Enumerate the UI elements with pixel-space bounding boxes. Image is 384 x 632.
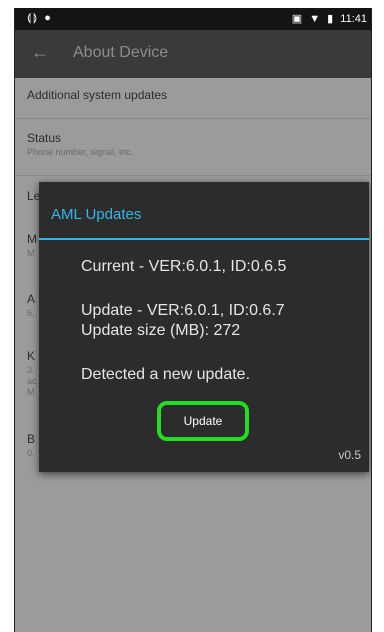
back-arrow-icon[interactable]: ← (31, 42, 49, 63)
list-item-label: Status (27, 131, 62, 145)
app-version-label: v0.5 (338, 448, 361, 462)
device-screen: ⟬⟭ ● ▣ ▼ ▮ 11:41 ← About Device Addition… (14, 8, 372, 632)
list-item-b-sub: 0. (27, 448, 35, 458)
list-item-m-stub[interactable]: M (27, 232, 37, 246)
list-item-subtitle: Phone number, signal, etc. (27, 147, 134, 157)
circle-icon: ● (44, 12, 53, 24)
update-dialog: AML Updates Current - VER:6.0.1, ID:0.6.… (39, 182, 369, 472)
status-time: 11:41 (340, 13, 367, 25)
list-item-label: Additional system updates (27, 88, 168, 102)
cast-icon: ▣ (291, 13, 303, 25)
app-bar: ← About Device (15, 30, 371, 78)
status-right-icons: ▣ ▼ ▮ 11:41 (288, 12, 367, 25)
list-item-a-sub: 6, (27, 308, 35, 318)
page-title: About Device (73, 44, 169, 61)
list-item-k-sub3: M (27, 387, 35, 397)
status-bar: ⟬⟭ ● ▣ ▼ ▮ 11:41 (15, 8, 371, 30)
dialog-title-divider (39, 238, 369, 240)
battery-icon: ▮ (327, 13, 334, 25)
dialog-title: AML Updates (51, 206, 142, 223)
notification-icon: ⟬⟭ (27, 12, 40, 24)
current-version-text: Current - VER:6.0.1, ID:0.6.5 (81, 258, 287, 275)
list-item-status[interactable]: Status Phone number, signal, etc. (15, 119, 371, 176)
list-item-a-stub[interactable]: A (27, 292, 35, 306)
update-button[interactable]: Update (165, 406, 241, 436)
update-version-text: Update - VER:6.0.1, ID:0.6.7 (81, 302, 285, 319)
list-item-k-stub[interactable]: K (27, 349, 35, 363)
detected-update-text: Detected a new update. (81, 366, 251, 383)
status-left-icons: ⟬⟭ ● (27, 12, 53, 25)
wifi-icon: ▼ (309, 13, 321, 25)
update-size-text: Update size (MB): 272 (81, 322, 241, 339)
settings-list: Additional system updates Status Phone n… (15, 78, 371, 176)
list-item-additional-updates[interactable]: Additional system updates (15, 78, 371, 119)
list-item-k-sub1: 3. (27, 365, 35, 375)
list-item-b-stub[interactable]: B (27, 432, 35, 446)
list-item-m-sub: M (27, 248, 35, 258)
list-item-k-sub2: ac (27, 376, 37, 386)
